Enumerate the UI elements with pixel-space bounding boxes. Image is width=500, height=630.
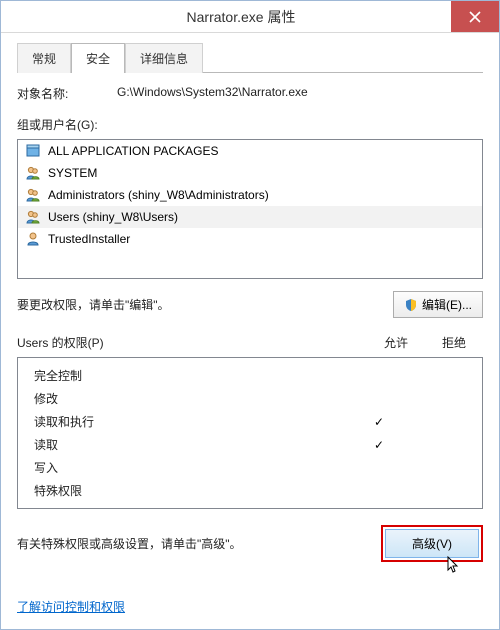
list-item[interactable]: Users (shiny_W8\Users) — [18, 206, 482, 228]
list-item-label: SYSTEM — [48, 166, 97, 180]
users-icon — [24, 209, 42, 225]
permissions-list: 完全控制修改读取和执行✓读取✓写入特殊权限 — [17, 357, 483, 509]
shield-icon — [404, 298, 418, 312]
permissions-header-label: Users 的权限(P) — [17, 334, 367, 351]
permission-allow: ✓ — [350, 438, 408, 452]
permission-row: 修改 — [18, 387, 482, 410]
permission-row: 完全控制 — [18, 364, 482, 387]
tab-security[interactable]: 安全 — [71, 43, 125, 73]
list-item-label: TrustedInstaller — [48, 232, 130, 246]
permissions-col-allow: 允许 — [367, 334, 425, 351]
tab-strip: 常规 安全 详细信息 — [17, 43, 483, 73]
users-icon — [24, 187, 42, 203]
users-icon — [24, 165, 42, 181]
advanced-button[interactable]: 高级(V) — [385, 529, 479, 558]
permission-row: 写入 — [18, 456, 482, 479]
list-item[interactable]: TrustedInstaller — [18, 228, 482, 250]
permission-name: 特殊权限 — [34, 482, 350, 499]
help-link[interactable]: 了解访问控制和权限 — [17, 598, 125, 615]
permission-name: 读取 — [34, 436, 350, 453]
edit-button[interactable]: 编辑(E)... — [393, 291, 483, 318]
list-item[interactable]: ALL APPLICATION PACKAGES — [18, 140, 482, 162]
permission-name: 完全控制 — [34, 367, 350, 384]
permissions-col-deny: 拒绝 — [425, 334, 483, 351]
advanced-button-label: 高级(V) — [412, 537, 452, 551]
edit-hint-text: 要更改权限，请单击"编辑"。 — [17, 296, 393, 313]
permission-name: 修改 — [34, 390, 350, 407]
close-icon — [469, 11, 481, 23]
groups-label: 组或用户名(G): — [17, 116, 483, 133]
edit-hint-row: 要更改权限，请单击"编辑"。 编辑(E)... — [17, 291, 483, 318]
list-item-label: ALL APPLICATION PACKAGES — [48, 144, 219, 158]
list-item[interactable]: Administrators (shiny_W8\Administrators) — [18, 184, 482, 206]
permission-row: 特殊权限 — [18, 479, 482, 502]
permission-allow: ✓ — [350, 415, 408, 429]
close-button[interactable] — [451, 1, 499, 32]
advanced-hint-text: 有关特殊权限或高级设置，请单击"高级"。 — [17, 535, 381, 552]
object-name-row: 对象名称: G:\Windows\System32\Narrator.exe — [17, 85, 483, 102]
advanced-highlight: 高级(V) — [381, 525, 483, 562]
package-icon — [24, 143, 42, 159]
permissions-header: Users 的权限(P) 允许 拒绝 — [17, 334, 483, 351]
properties-dialog: Narrator.exe 属性 常规 安全 详细信息 对象名称: G:\Wind… — [0, 0, 500, 630]
list-item[interactable]: SYSTEM — [18, 162, 482, 184]
title-bar: Narrator.exe 属性 — [1, 1, 499, 33]
tab-details[interactable]: 详细信息 — [125, 43, 203, 73]
group-user-list[interactable]: ALL APPLICATION PACKAGES SYSTEM Administra… — [17, 139, 483, 279]
edit-button-label: 编辑(E)... — [422, 296, 472, 313]
tab-general[interactable]: 常规 — [17, 43, 71, 73]
list-item-label: Users (shiny_W8\Users) — [48, 210, 178, 224]
user-icon — [24, 231, 42, 247]
dialog-content: 常规 安全 详细信息 对象名称: G:\Windows\System32\Nar… — [1, 33, 499, 629]
permission-row: 读取✓ — [18, 433, 482, 456]
permission-row: 读取和执行✓ — [18, 410, 482, 433]
object-name-label: 对象名称: — [17, 85, 117, 102]
list-item-label: Administrators (shiny_W8\Administrators) — [48, 188, 269, 202]
permission-name: 写入 — [34, 459, 350, 476]
object-name-value: G:\Windows\System32\Narrator.exe — [117, 85, 483, 99]
permission-name: 读取和执行 — [34, 413, 350, 430]
advanced-hint-row: 有关特殊权限或高级设置，请单击"高级"。 高级(V) — [17, 525, 483, 562]
window-title: Narrator.exe 属性 — [31, 1, 451, 32]
